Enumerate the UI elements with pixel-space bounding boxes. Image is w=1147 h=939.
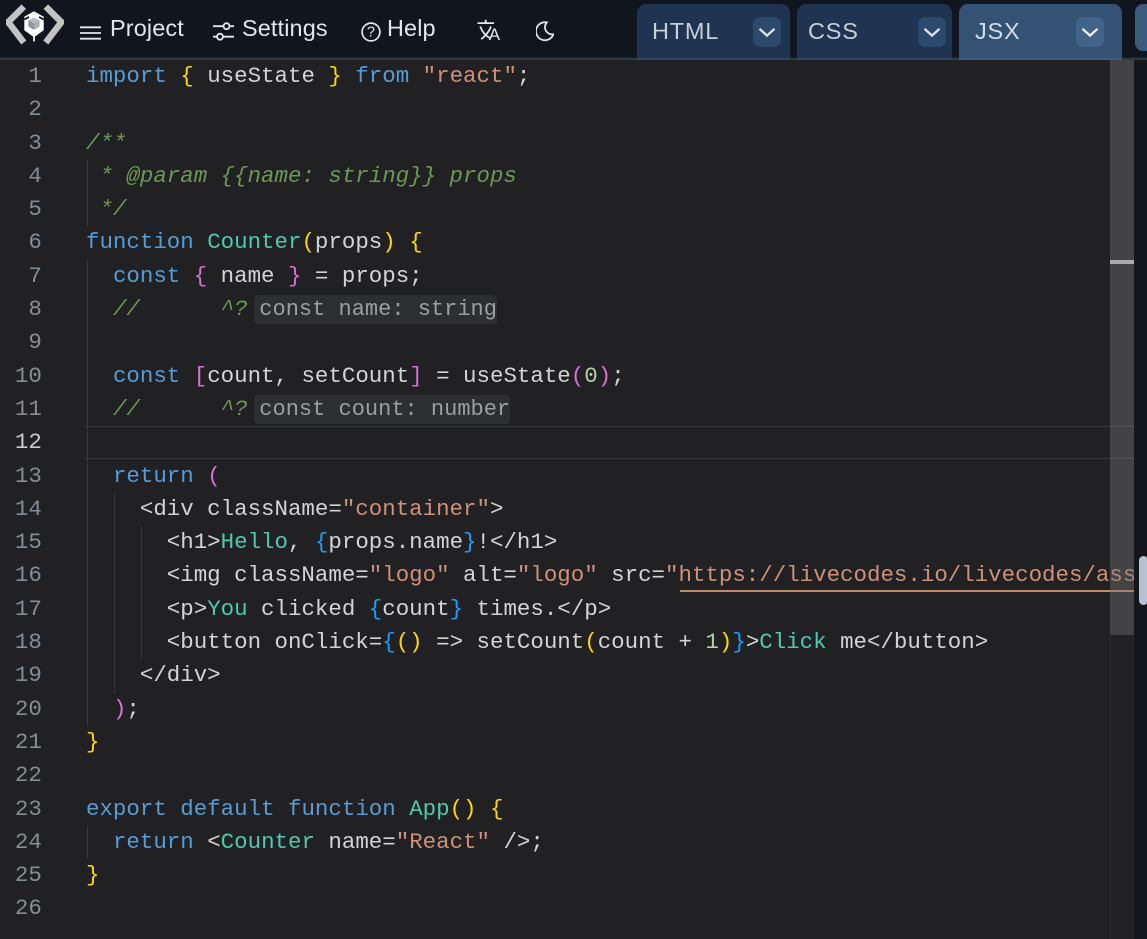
svg-text:?: ? xyxy=(367,25,375,41)
svg-text:A: A xyxy=(489,25,500,44)
